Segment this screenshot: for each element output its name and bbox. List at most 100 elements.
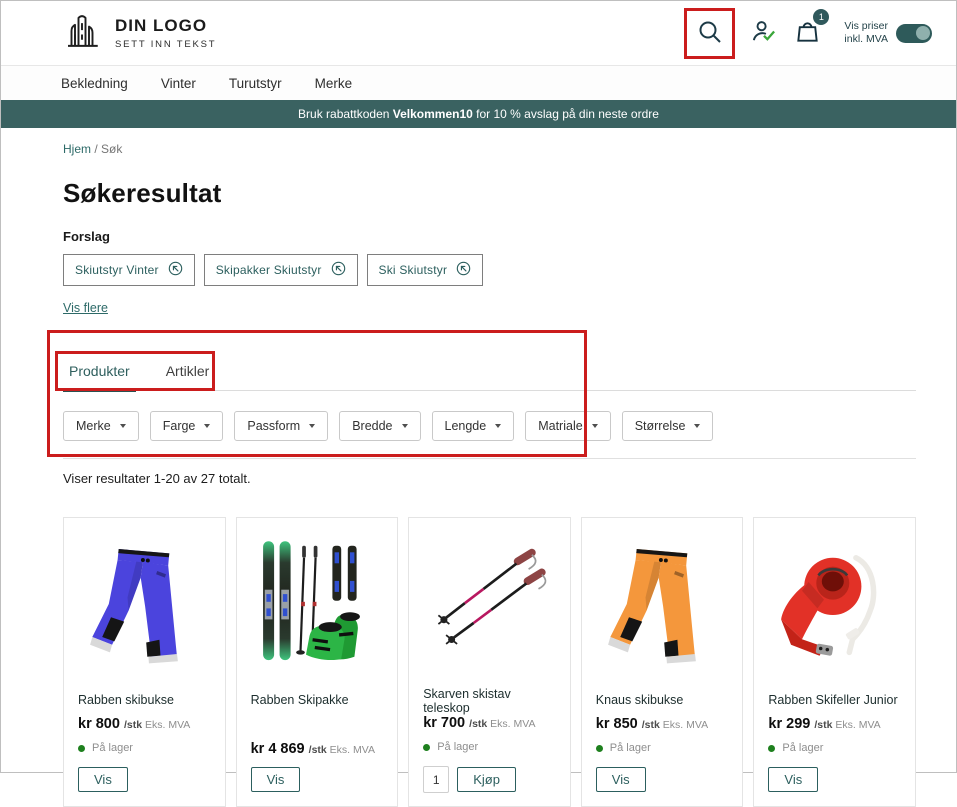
price-amount: kr 800 <box>78 716 124 732</box>
product-card[interactable]: Rabben Skipakke kr 4 869 /stk Eks. MVA V… <box>236 517 399 807</box>
filter-dropdown-lengde[interactable]: Lengde <box>432 411 515 441</box>
ski-pants-orange-image <box>596 531 728 677</box>
arrow-up-left-circle-icon <box>168 261 183 279</box>
suggestion-chips: Skiutstyr Vinter Skipakker Skiutstyr <box>63 254 916 286</box>
filter-dropdown-merke[interactable]: Merke <box>63 411 139 441</box>
account-button[interactable] <box>748 16 779 50</box>
chevron-down-icon <box>402 424 408 428</box>
filter-dropdown-passform[interactable]: Passform <box>234 411 328 441</box>
filter-label: Farge <box>163 419 196 433</box>
chevron-down-icon <box>120 424 126 428</box>
nav-item-vinter[interactable]: Vinter <box>161 76 196 91</box>
stock-status: På lager <box>423 741 556 753</box>
product-card-bottom: kr 850 /stk Eks. MVA På lager Vis <box>596 716 729 792</box>
price-toggle-switch[interactable] <box>896 24 932 43</box>
vis-button[interactable]: Vis <box>768 767 818 792</box>
in-stock-dot <box>78 745 85 752</box>
suggestion-chip[interactable]: Skiutstyr Vinter <box>63 254 195 286</box>
card-actions: Kjøp <box>423 766 556 793</box>
chip-label: Ski Skiutstyr <box>379 263 448 277</box>
arrow-up-left-circle-icon <box>456 261 471 279</box>
logo[interactable]: DIN LOGO SETT INN TEKST <box>61 10 216 57</box>
cart-badge: 1 <box>813 9 829 25</box>
qty-input[interactable] <box>423 766 449 793</box>
filter-label: Lengde <box>445 419 487 433</box>
stock-label: På lager <box>92 742 133 754</box>
product-card[interactable]: Skarven skistav teleskop kr 700 /stk Eks… <box>408 517 571 807</box>
stock-label: På lager <box>782 742 823 754</box>
vis-button[interactable]: Vis <box>251 767 301 792</box>
filter-dropdown-matriale[interactable]: Matriale <box>525 411 610 441</box>
promo-text: Bruk rabattkoden Velkommen10 for 10 % av… <box>298 107 659 121</box>
product-image <box>596 528 729 680</box>
page-title: Søkeresultat <box>63 178 916 209</box>
product-name: Rabben Skifeller Junior <box>768 693 901 707</box>
chevron-down-icon <box>694 424 700 428</box>
filter-dropdown-bredde[interactable]: Bredde <box>339 411 420 441</box>
product-price: kr 850 /stk Eks. MVA <box>596 716 729 732</box>
nav-item-merke[interactable]: Merke <box>315 76 353 91</box>
ski-skins-red-image <box>769 531 901 677</box>
vis-button[interactable]: Vis <box>596 767 646 792</box>
product-price: kr 800 /stk Eks. MVA <box>78 716 211 732</box>
search-button[interactable] <box>694 16 726 51</box>
toggle-knob <box>916 26 930 40</box>
product-price: kr 700 /stk Eks. MVA <box>423 715 556 731</box>
main-nav: Bekledning Vinter Turutstyr Merke <box>1 65 956 100</box>
suggestions-label: Forslag <box>63 229 916 244</box>
filter-dropdown-størrelse[interactable]: Størrelse <box>622 411 714 441</box>
product-card[interactable]: Rabben Skifeller Junior kr 299 /stk Eks.… <box>753 517 916 807</box>
nav-item-bekledning[interactable]: Bekledning <box>61 76 128 91</box>
tabs: Produkter Artikler <box>63 357 916 391</box>
filter-label: Merke <box>76 419 111 433</box>
nav-item-label: Merke <box>315 76 353 91</box>
breadcrumb-home[interactable]: Hjem <box>63 142 91 156</box>
arrow-up-left-circle-icon <box>331 261 346 279</box>
kjop-button[interactable]: Kjøp <box>457 767 516 792</box>
price-amount: kr 4 869 <box>251 741 309 757</box>
price-tax-note: Eks. MVA <box>145 719 190 731</box>
ski-poles-image <box>423 528 555 674</box>
card-actions: Vis <box>78 767 211 792</box>
price-toggle-label: Vis priser inkl. MVA <box>844 20 888 46</box>
chevron-down-icon <box>204 424 210 428</box>
filter-label: Bredde <box>352 419 392 433</box>
logo-title: DIN LOGO <box>115 16 216 36</box>
suggestion-chip[interactable]: Ski Skiutstyr <box>367 254 484 286</box>
chevron-down-icon <box>592 424 598 428</box>
results-head: Produkter Artikler Merke Farge Passform … <box>63 357 916 459</box>
product-card[interactable]: Knaus skibukse kr 850 /stk Eks. MVA På l… <box>581 517 744 807</box>
card-actions: Vis <box>768 767 901 792</box>
main-content: Hjem / Søk Søkeresultat Forslag Skiutsty… <box>1 128 956 807</box>
product-name: Rabben skibukse <box>78 693 211 707</box>
show-more-link[interactable]: Vis flere <box>63 301 108 315</box>
price-tax-note: Eks. MVA <box>490 718 535 730</box>
account-check-icon <box>750 18 777 48</box>
nav-item-turutstyr[interactable]: Turutstyr <box>229 76 282 91</box>
product-name: Rabben Skipakke <box>251 693 384 707</box>
promo-suffix: for 10 % avslag på din neste ordre <box>473 107 659 121</box>
header: DIN LOGO SETT INN TEKST <box>1 1 956 65</box>
price-amount: kr 850 <box>596 716 642 732</box>
price-toggle-line2: inkl. MVA <box>844 33 888 46</box>
chip-label: Skipakker Skiutstyr <box>216 263 322 277</box>
price-unit: /stk <box>814 719 835 731</box>
filter-dropdown-farge[interactable]: Farge <box>150 411 224 441</box>
filter-label: Størrelse <box>635 419 686 433</box>
chip-label: Skiutstyr Vinter <box>75 263 159 277</box>
chevron-down-icon <box>309 424 315 428</box>
product-name: Skarven skistav teleskop <box>423 687 556 715</box>
product-card-bottom: kr 800 /stk Eks. MVA På lager Vis <box>78 716 211 792</box>
ski-package-image <box>251 531 383 677</box>
tab-produkter[interactable]: Produkter <box>63 357 136 390</box>
tab-label: Artikler <box>166 363 210 379</box>
tab-artikler[interactable]: Artikler <box>160 357 216 390</box>
suggestion-chip[interactable]: Skipakker Skiutstyr <box>204 254 358 286</box>
product-card[interactable]: Rabben skibukse kr 800 /stk Eks. MVA På … <box>63 517 226 807</box>
product-image <box>423 528 556 674</box>
filter-label: Passform <box>247 419 300 433</box>
vis-button[interactable]: Vis <box>78 767 128 792</box>
price-unit: /stk <box>469 718 490 730</box>
cart-button[interactable]: 1 <box>792 16 823 50</box>
product-image <box>251 528 384 680</box>
